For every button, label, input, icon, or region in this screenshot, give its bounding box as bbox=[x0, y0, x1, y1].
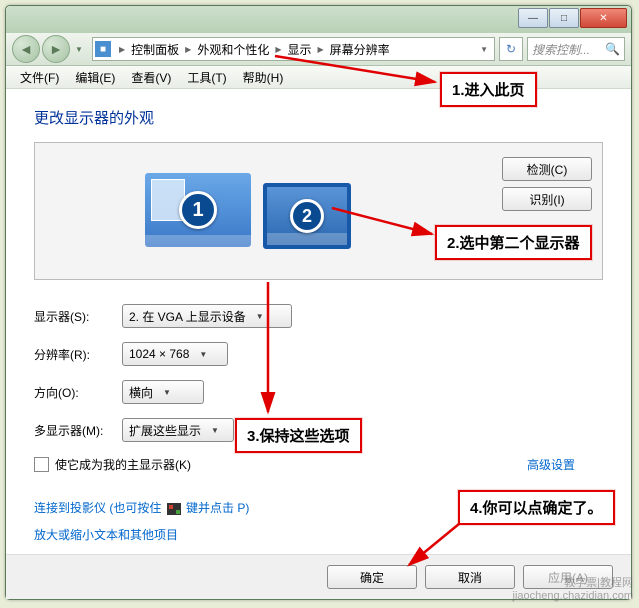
apply-button[interactable]: 应用(A) bbox=[523, 565, 613, 589]
identify-button[interactable]: 识别(I) bbox=[502, 187, 592, 211]
search-icon: 🔍 bbox=[605, 42, 620, 56]
crumb-sep: ▶ bbox=[119, 45, 125, 54]
label-orientation: 方向(O): bbox=[34, 384, 122, 401]
arrow-3 bbox=[258, 282, 278, 425]
titlebar: — □ ✕ bbox=[6, 6, 631, 33]
crumb-control-panel[interactable]: 控制面板 bbox=[129, 41, 181, 58]
minimize-button[interactable]: — bbox=[518, 8, 548, 28]
history-dropdown[interactable]: ▼ bbox=[72, 39, 86, 59]
menu-file[interactable]: 文件(F) bbox=[12, 67, 67, 88]
select-display-value: 2. 在 VGA 上显示设备 bbox=[129, 308, 246, 325]
ok-button[interactable]: 确定 bbox=[327, 565, 417, 589]
control-panel-icon: ■ bbox=[95, 41, 111, 57]
crumb-appearance[interactable]: 外观和个性化 bbox=[195, 41, 271, 58]
windows-key-icon bbox=[167, 503, 181, 515]
monitor-1[interactable]: 1 bbox=[145, 173, 251, 249]
link-text-size[interactable]: 放大或缩小文本和其他项目 bbox=[34, 526, 603, 543]
crumb-sep: ▶ bbox=[185, 45, 191, 54]
select-resolution-value: 1024 × 768 bbox=[129, 347, 189, 361]
maximize-button[interactable]: □ bbox=[549, 8, 579, 28]
label-main-display: 使它成为我的主显示器(K) bbox=[55, 456, 191, 473]
link-projector-text-a: 连接到投影仪 (也可按住 bbox=[34, 501, 165, 515]
link-advanced-settings[interactable]: 高级设置 bbox=[527, 456, 575, 473]
link-projector-text-b: 键并点击 P) bbox=[183, 501, 250, 515]
callout-4: 4.你可以点确定了。 bbox=[458, 490, 615, 525]
search-placeholder: 搜索控制... bbox=[532, 41, 590, 58]
search-input[interactable]: 搜索控制... 🔍 bbox=[527, 37, 625, 61]
select-resolution[interactable]: 1024 × 768▼ bbox=[122, 342, 228, 366]
select-multidisplay[interactable]: 扩展这些显示▼ bbox=[122, 418, 234, 442]
select-orientation-value: 横向 bbox=[129, 384, 153, 401]
back-button[interactable]: ◄ bbox=[12, 35, 40, 63]
label-display: 显示器(S): bbox=[34, 308, 122, 325]
callout-3: 3.保持这些选项 bbox=[235, 418, 362, 453]
page-title: 更改显示器的外观 bbox=[34, 107, 603, 128]
address-dropdown[interactable]: ▼ bbox=[476, 45, 492, 54]
label-resolution: 分辨率(R): bbox=[34, 346, 122, 363]
menu-tools[interactable]: 工具(T) bbox=[179, 67, 234, 88]
monitor-2-number: 2 bbox=[290, 199, 324, 233]
monitor-1-number: 1 bbox=[179, 191, 217, 229]
callout-1: 1.进入此页 bbox=[440, 72, 537, 107]
arrow-1 bbox=[275, 50, 445, 93]
label-multidisplay: 多显示器(M): bbox=[34, 422, 122, 439]
menu-view[interactable]: 查看(V) bbox=[123, 67, 179, 88]
select-multidisplay-value: 扩展这些显示 bbox=[129, 422, 201, 439]
detect-button[interactable]: 检测(C) bbox=[502, 157, 592, 181]
arrow-4 bbox=[405, 517, 475, 575]
checkbox-main-display[interactable] bbox=[34, 457, 49, 472]
forward-button[interactable]: ► bbox=[42, 35, 70, 63]
close-button[interactable]: ✕ bbox=[580, 8, 627, 28]
arrow-2 bbox=[332, 204, 442, 247]
refresh-button[interactable]: ↻ bbox=[499, 37, 523, 61]
menu-edit[interactable]: 编辑(E) bbox=[67, 67, 123, 88]
callout-2: 2.选中第二个显示器 bbox=[435, 225, 592, 260]
dialog-footer: 确定 取消 应用(A) bbox=[6, 554, 631, 599]
select-orientation[interactable]: 横向▼ bbox=[122, 380, 204, 404]
